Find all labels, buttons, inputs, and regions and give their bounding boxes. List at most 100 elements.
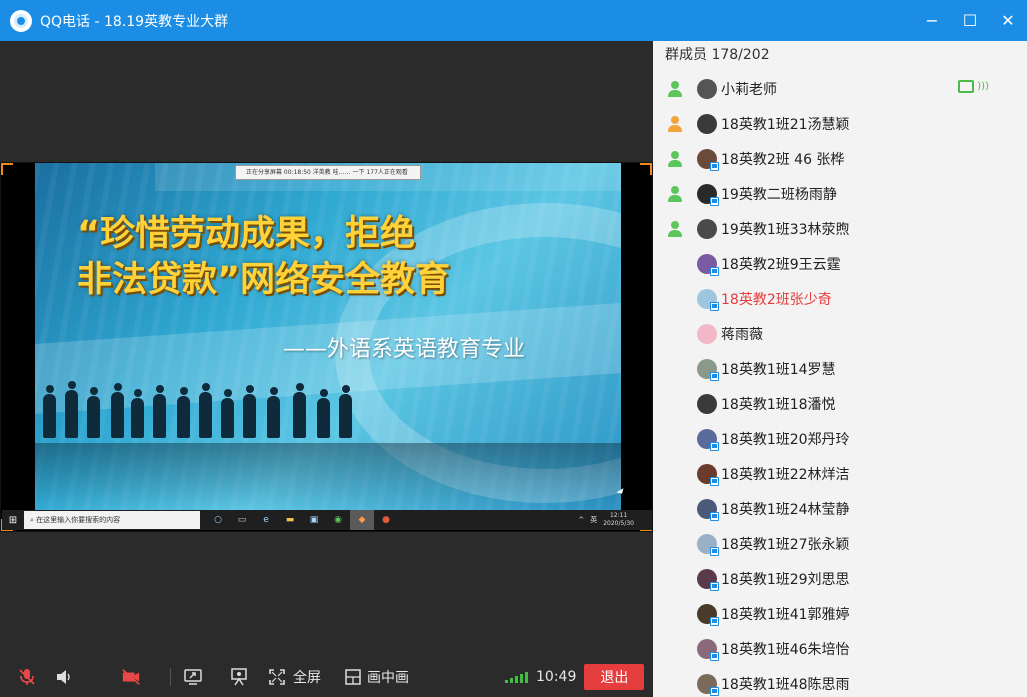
avatar — [697, 603, 719, 626]
avatar — [697, 218, 717, 239]
member-item[interactable]: 18英教1班24林莹静 — [653, 491, 1027, 526]
exit-button[interactable]: 退出 — [584, 663, 645, 690]
avatar — [697, 463, 719, 486]
slide-subtitle: ——外语系英语教育专业 — [283, 337, 526, 362]
member-item[interactable]: 小莉老师))) — [653, 71, 1027, 106]
powerpoint-icon: ● — [382, 515, 390, 525]
member-name: 蒋雨薇 — [721, 326, 763, 343]
picture-in-picture-button[interactable]: 画中画 — [343, 656, 409, 697]
slide-title-line2: 非法贷款”网络安全教育 — [77, 260, 451, 300]
frame-corner — [640, 163, 652, 175]
member-item[interactable]: 蒋雨薇 — [653, 316, 1027, 351]
member-item[interactable]: 18英教1班18潘悦 — [653, 386, 1027, 421]
member-item[interactable]: 18英教1班14罗慧 — [653, 351, 1027, 386]
mobile-device-icon — [710, 266, 719, 276]
presentation-button[interactable] — [227, 656, 251, 697]
member-item[interactable]: 18英教2班9王云霆 — [653, 246, 1027, 281]
avatar — [697, 498, 719, 521]
member-list: 小莉老师))) 18英教1班21汤慧颖 18英教2班 46 张桦 19英教二班杨雨静 1… — [653, 71, 1027, 697]
member-name: 18英教2班张少奇 — [721, 291, 832, 308]
mobile-device-icon — [710, 511, 719, 521]
avatar — [697, 673, 719, 696]
avatar — [697, 253, 719, 276]
member-name: 18英教2班9王云霆 — [721, 256, 841, 273]
member-item[interactable]: 18英教1班22林烊洁 — [653, 456, 1027, 491]
avatar — [697, 393, 717, 414]
member-item[interactable]: 18英教2班 46 张桦 — [653, 141, 1027, 176]
avatar — [697, 78, 717, 99]
avatar — [697, 323, 717, 344]
fullscreen-label: 全屏 — [293, 669, 321, 686]
pip-label: 画中画 — [367, 669, 409, 686]
avatar — [697, 183, 719, 206]
store-icon: ▣ — [309, 515, 319, 525]
presentation-slide: 正在分享屏幕 00:18:50 洋英教 哇…… 一下 177人正在观看 “珍惜劳… — [35, 163, 621, 510]
fullscreen-icon — [267, 667, 287, 687]
member-name: 小莉老师 — [721, 81, 777, 98]
pip-icon — [343, 667, 363, 687]
maximize-button[interactable]: ☐ — [951, 0, 989, 41]
tray-arrow-icon: ^ — [578, 516, 585, 524]
call-duration: 10:49 — [536, 668, 577, 685]
member-name: 18英教2班 46 张桦 — [721, 151, 845, 168]
task-view-icon: ▭ — [237, 515, 247, 525]
member-item[interactable]: 19英教二班杨雨静 — [653, 176, 1027, 211]
speaking-user-icon — [667, 150, 683, 167]
audio-wave-icon: ))) — [977, 81, 989, 92]
mobile-device-icon — [710, 161, 719, 171]
speaking-user-icon — [667, 115, 683, 132]
member-panel: 群成员 178/202 小莉老师))) 18英教1班21汤慧颖 18英教2班 46 … — [653, 41, 1027, 697]
desktop-clock: 12:11 2020/5/30 — [603, 512, 634, 527]
avatar — [697, 428, 719, 451]
title-bar: QQ电话 - 18.19英教专业大群 − ☐ ✕ — [0, 0, 1027, 41]
avatar — [697, 288, 719, 311]
fullscreen-button[interactable]: 全屏 — [267, 656, 321, 697]
cortana-icon: ○ — [214, 515, 222, 525]
mobile-device-icon — [710, 196, 719, 206]
member-name: 18英教1班46朱培怡 — [721, 641, 850, 658]
video-area[interactable]: 正在分享屏幕 00:18:50 洋英教 哇…… 一下 177人正在观看 “珍惜劳… — [0, 41, 653, 656]
member-item[interactable]: 18英教2班张少奇 — [653, 281, 1027, 316]
member-item[interactable]: 18英教1班21汤慧颖 — [653, 106, 1027, 141]
mobile-device-icon — [710, 301, 719, 311]
qq-logo-icon — [10, 9, 32, 32]
browser-icon: ◉ — [334, 515, 342, 525]
recording-bar: 正在分享屏幕 00:18:50 洋英教 哇…… 一下 177人正在观看 — [235, 165, 421, 180]
mute-mic-button[interactable] — [0, 656, 54, 697]
monitor-icon — [958, 80, 975, 93]
member-item[interactable]: 18英教1班29刘思思 — [653, 561, 1027, 596]
mobile-device-icon — [710, 581, 719, 591]
member-item[interactable]: 18英教1班41郭雅婷 — [653, 596, 1027, 631]
qq-call-window: QQ电话 - 18.19英教专业大群 − ☐ ✕ 正在分享屏幕 00:18:50… — [0, 0, 1027, 697]
speaker-button[interactable] — [54, 656, 74, 697]
member-item[interactable]: 18英教1班48陈思雨 — [653, 666, 1027, 697]
minimize-button[interactable]: − — [913, 0, 951, 41]
window-controls: − ☐ ✕ — [913, 0, 1027, 41]
slide-title: “珍惜劳动成果，拒绝 非法贷款”网络安全教育 — [77, 211, 450, 303]
slide-title-line1: “珍惜劳动成果，拒绝 — [77, 214, 416, 254]
member-name: 19英教1班33林荥煦 — [721, 221, 850, 238]
member-item[interactable]: 18英教1班20郑丹玲 — [653, 421, 1027, 456]
frame-corner — [1, 163, 13, 175]
avatar — [697, 533, 719, 556]
app-icon: ◆ — [350, 510, 374, 530]
mobile-device-icon — [710, 546, 719, 556]
close-button[interactable]: ✕ — [989, 0, 1027, 41]
toolbar-separator — [170, 667, 171, 686]
member-name: 18英教1班21汤慧颖 — [721, 116, 850, 133]
avatar — [697, 113, 717, 134]
system-tray: ^ 英 12:11 2020/5/30 — [578, 512, 652, 528]
speaking-user-icon — [667, 220, 683, 237]
screen-share-icon — [183, 667, 203, 687]
screen-share-button[interactable] — [181, 656, 205, 697]
member-item[interactable]: 18英教1班46朱培怡 — [653, 631, 1027, 666]
member-item[interactable]: 19英教1班33林荥煦 — [653, 211, 1027, 246]
shared-screen[interactable]: 正在分享屏幕 00:18:50 洋英教 哇…… 一下 177人正在观看 “珍惜劳… — [0, 162, 653, 532]
avatar — [697, 638, 719, 661]
camera-off-button[interactable] — [102, 656, 160, 697]
member-name: 18英教1班27张永颖 — [721, 536, 850, 553]
tray-language: 英 — [590, 516, 598, 524]
avatar — [697, 568, 719, 591]
member-item[interactable]: 18英教1班27张永颖 — [653, 526, 1027, 561]
member-name: 18英教1班20郑丹玲 — [721, 431, 850, 448]
